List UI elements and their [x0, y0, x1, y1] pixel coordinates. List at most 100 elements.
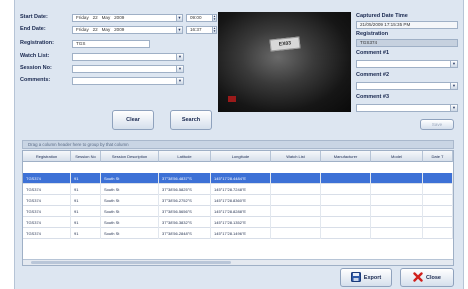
- search-button-label: Search: [181, 117, 201, 123]
- cell-watch-list: [271, 206, 321, 217]
- column-header-model[interactable]: Model: [371, 151, 423, 162]
- table-row[interactable]: TGS374 91 South St 37°38'56.2752"S 145°1…: [23, 195, 453, 206]
- end-date-label: End Date:: [20, 26, 46, 32]
- cell-date-time: [423, 228, 453, 239]
- start-day: Friday: [76, 15, 89, 20]
- close-icon: [413, 271, 423, 284]
- cell-session-description: South St: [101, 173, 159, 184]
- table-row[interactable]: TGS374 91 South St 37°38'56.2848"S 145°1…: [23, 228, 453, 239]
- cell-manufacturer: [321, 217, 371, 228]
- start-time-spinner[interactable]: ▲ ▼: [212, 14, 217, 22]
- cell-model: [371, 217, 423, 228]
- cell-session-description: South St: [101, 228, 159, 239]
- start-calendar-dropdown[interactable]: ▼: [176, 14, 183, 22]
- group-by-panel[interactable]: Drag a column header here to group by th…: [22, 140, 454, 149]
- end-time-spinner[interactable]: ▲ ▼: [212, 26, 217, 34]
- spin-down-icon: ▼: [213, 17, 216, 21]
- cell-manufacturer: [321, 195, 371, 206]
- column-header-date-time[interactable]: Date T: [423, 151, 453, 162]
- cell-longitude: 145°17'28.4484"E: [211, 173, 271, 184]
- comment-2-select[interactable]: ▼: [356, 82, 458, 90]
- start-date-label: Start Date:: [20, 14, 48, 20]
- cell-model: [371, 206, 423, 217]
- chevron-down-icon: ▼: [450, 61, 457, 67]
- start-date-picker[interactable]: Friday 22 May 2009: [72, 14, 182, 22]
- license-plate: EX03: [269, 36, 301, 52]
- cell-longitude: 145°17'28.1496"E: [211, 228, 271, 239]
- search-button[interactable]: Search: [170, 110, 212, 130]
- cell-session-no: 91: [71, 184, 101, 195]
- chevron-down-icon: ▼: [177, 27, 182, 32]
- watch-list-label: Watch List:: [20, 53, 50, 59]
- cell-date-time: [423, 173, 453, 184]
- cell-latitude: 37°38'56.3832"S: [159, 217, 211, 228]
- column-header-manufacturer[interactable]: Manufacturer: [321, 151, 371, 162]
- cell-session-no: 91: [71, 217, 101, 228]
- cell-registration: TGS374: [23, 217, 71, 228]
- cell-date-time: [423, 206, 453, 217]
- cell-model: [371, 195, 423, 206]
- export-button[interactable]: Export: [340, 268, 392, 287]
- cell-registration: TGS374: [23, 228, 71, 239]
- clear-button[interactable]: Clear: [112, 110, 154, 130]
- column-header-session-no[interactable]: Session No: [71, 151, 101, 162]
- column-header-registration[interactable]: Registration: [23, 151, 71, 162]
- end-calendar-dropdown[interactable]: ▼: [176, 26, 183, 34]
- captured-date-time-value: 21/05/2009 17:15:35 PM: [356, 21, 458, 29]
- cell-manufacturer: [321, 206, 371, 217]
- column-header-longitude[interactable]: Longitude: [211, 151, 271, 162]
- save-button[interactable]: Save: [420, 119, 454, 130]
- tail-light: [228, 96, 236, 102]
- floppy-disk-icon: [350, 271, 361, 284]
- cell-manufacturer: [321, 173, 371, 184]
- cell-watch-list: [271, 195, 321, 206]
- cell-session-no: 91: [71, 173, 101, 184]
- comments-select[interactable]: ▼: [72, 77, 184, 85]
- table-row[interactable]: TGS374 91 South St 37°38'56.5825"S 145°1…: [23, 184, 453, 195]
- close-button[interactable]: Close: [400, 268, 454, 287]
- chevron-down-icon: ▼: [450, 83, 457, 89]
- details-registration-label: Registration: [356, 31, 389, 37]
- cell-date-time: [423, 217, 453, 228]
- export-button-label: Export: [363, 274, 382, 281]
- end-date-picker[interactable]: Friday 22 May 2009: [72, 26, 182, 34]
- close-button-label: Close: [426, 274, 441, 281]
- cell-registration: TGS374: [23, 173, 71, 184]
- table-row[interactable]: TGS374 91 South St 37°38'56.4837"S 145°1…: [23, 173, 453, 184]
- end-time-field[interactable]: 16:37: [186, 26, 214, 34]
- cell-latitude: 37°38'56.4837"S: [159, 173, 211, 184]
- comment-1-select[interactable]: ▼: [356, 60, 458, 68]
- captured-date-time-label: Captured Date Time: [356, 13, 408, 19]
- session-no-select[interactable]: ▼: [72, 65, 184, 73]
- cell-longitude: 145°17'28.1352"E: [211, 217, 271, 228]
- chevron-down-icon: ▼: [176, 78, 183, 84]
- table-row[interactable]: TGS374 91 South St 37°38'56.3832"S 145°1…: [23, 217, 453, 228]
- horizontal-scrollbar[interactable]: [23, 259, 453, 265]
- registration-input[interactable]: TGS: [72, 40, 150, 48]
- start-year: 2009: [114, 15, 125, 20]
- chevron-down-icon: ▼: [176, 54, 183, 60]
- end-month: May: [101, 27, 111, 32]
- cell-model: [371, 173, 423, 184]
- cell-session-description: South St: [101, 217, 159, 228]
- table-row[interactable]: TGS374 91 South St 37°38'56.5656"S 145°1…: [23, 206, 453, 217]
- comment-3-select[interactable]: ▼: [356, 104, 458, 112]
- chevron-down-icon: ▼: [177, 15, 182, 20]
- cell-latitude: 37°38'56.5656"S: [159, 206, 211, 217]
- cell-watch-list: [271, 228, 321, 239]
- cell-manufacturer: [321, 184, 371, 195]
- column-header-latitude[interactable]: Latitude: [159, 151, 211, 162]
- scrollbar-thumb[interactable]: [31, 261, 231, 264]
- results-grid: Registration Session No Session Descript…: [22, 150, 454, 266]
- cell-session-description: South St: [101, 206, 159, 217]
- comment-2-label: Comment #2: [356, 72, 390, 78]
- column-header-watch-list[interactable]: Watch List: [271, 151, 321, 162]
- column-header-session-description[interactable]: Session Description: [101, 151, 159, 162]
- start-time-field[interactable]: 09:00: [186, 14, 214, 22]
- watch-list-select[interactable]: ▼: [72, 53, 184, 61]
- cell-session-description: South St: [101, 195, 159, 206]
- comments-label: Comments:: [20, 77, 51, 83]
- end-day: Friday: [76, 27, 89, 32]
- cell-watch-list: [271, 173, 321, 184]
- cell-session-no: 91: [71, 206, 101, 217]
